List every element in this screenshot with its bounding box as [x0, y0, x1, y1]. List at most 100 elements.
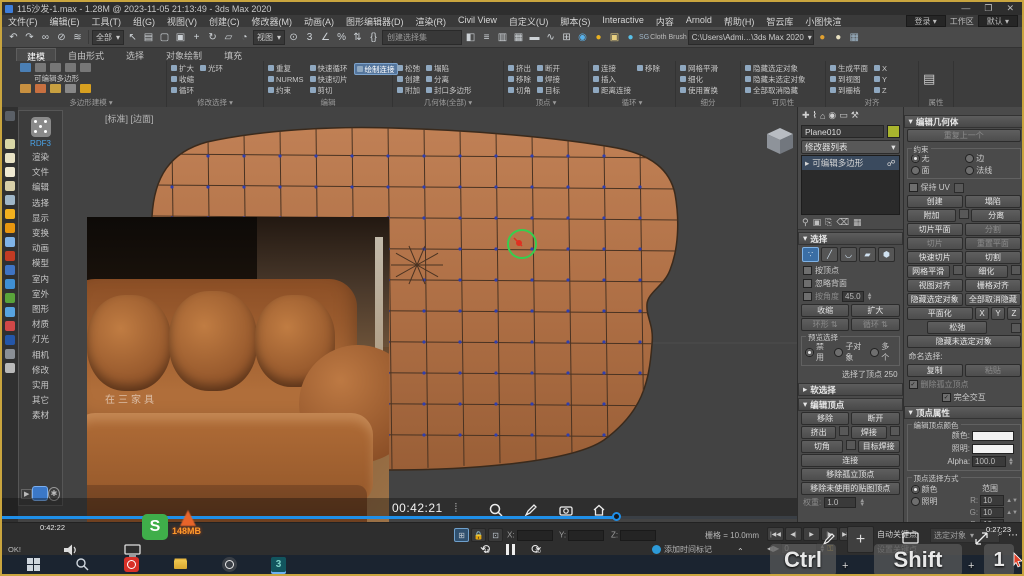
menu-item[interactable]: 小图快渲	[799, 15, 847, 28]
taskbar-capture-app-icon[interactable]	[222, 557, 237, 572]
display-tab-icon[interactable]: ▭	[839, 110, 848, 121]
layout-grid-icon[interactable]: ▦	[847, 30, 862, 45]
weight-spinner[interactable]: 1.0	[824, 497, 856, 508]
select-by-option[interactable]: 颜色	[911, 484, 962, 495]
ribbon-button[interactable]: 重复	[268, 63, 304, 73]
ribbon-button[interactable]: 移除	[637, 63, 660, 73]
ribbon-toggle-icon[interactable]: ▬	[527, 30, 542, 45]
cp-button-settings-icon[interactable]	[846, 440, 856, 450]
ribbon-tab-item[interactable]: 对象绘制	[156, 48, 212, 61]
ribbon-button[interactable]: 挤出	[508, 63, 531, 73]
cp-button-settings-icon[interactable]	[839, 426, 849, 436]
cp-button[interactable]: 焊接	[851, 426, 886, 439]
cp-button[interactable]: 快速切片	[907, 251, 963, 264]
object-color-swatch[interactable]	[887, 125, 900, 138]
plugin-panel-item[interactable]: 文件	[32, 165, 49, 180]
select-link-icon[interactable]: ∞	[38, 30, 53, 45]
menu-item[interactable]: Arnold	[680, 15, 718, 28]
palette-icon[interactable]	[5, 321, 15, 331]
ribbon-button[interactable]: NURMS	[268, 74, 304, 84]
snap-toggle-icon[interactable]: 3	[302, 30, 317, 45]
cp-button[interactable]: 视图对齐	[907, 279, 963, 292]
cp-button[interactable]: 挤出	[801, 426, 836, 439]
box-icon[interactable]	[5, 349, 15, 359]
cloud-icon[interactable]	[5, 125, 15, 135]
constraint-option[interactable]: 面	[911, 165, 964, 176]
percent-snap-icon[interactable]: %	[334, 30, 349, 45]
move-icon[interactable]: +	[189, 30, 204, 45]
cp-button[interactable]: 移除	[801, 412, 849, 425]
menu-item[interactable]: 智云库	[760, 15, 799, 28]
properties-button[interactable]: ▤	[923, 71, 935, 87]
teapot-render-icon[interactable]: ●	[815, 30, 830, 45]
cp-button[interactable]: 分离	[971, 209, 1021, 222]
ribbon-tab-active[interactable]: 建模	[16, 48, 56, 61]
rgb-range-field[interactable]: 10	[980, 507, 1004, 518]
schematic-view-icon[interactable]: ⊞	[559, 30, 574, 45]
cp-button[interactable]: 全部取消隐藏	[965, 293, 1021, 306]
plugin-panel-item[interactable]: 显示	[32, 211, 49, 226]
taskbar-music-app-icon[interactable]	[124, 557, 139, 572]
cp-button[interactable]: 分割	[965, 223, 1021, 236]
configure-icon[interactable]: ▦	[853, 217, 862, 228]
ribbon-button[interactable]: 约束	[268, 85, 304, 95]
teapot-iterative-icon[interactable]: ●	[831, 30, 846, 45]
vertex-subobject-icon[interactable]: ∵	[802, 247, 819, 262]
ribbon-group-label[interactable]: 顶点 ▾	[504, 97, 588, 107]
menu-item[interactable]: 文件(F)	[2, 15, 44, 28]
vertex-properties-rollout-header[interactable]: ▾顶点属性	[904, 406, 1024, 419]
ribbon-button[interactable]: 快速切片	[310, 74, 348, 84]
ribbon-tab-item[interactable]: 填充	[214, 48, 252, 61]
cp-button[interactable]: 栅格对齐	[965, 279, 1021, 292]
cup-icon[interactable]	[5, 181, 15, 191]
ribbon-button[interactable]: 附加	[397, 85, 420, 95]
angle-spinner[interactable]: 45.0	[842, 291, 864, 302]
remove-modifier-icon[interactable]: ⌫	[836, 217, 849, 228]
start-button[interactable]	[26, 557, 41, 572]
redo-icon[interactable]: ↷	[22, 30, 37, 45]
forward-30-button[interactable]: ⟳30	[531, 542, 541, 556]
plugin-panel-item[interactable]: 编辑	[32, 180, 49, 195]
ribbon-button[interactable]: 使用置换	[680, 85, 718, 95]
hide-unselected-button[interactable]: 隐藏未选定对象	[907, 335, 1021, 348]
named-sets-icon[interactable]: {}	[366, 30, 381, 45]
pin-stack-icon[interactable]: ⚲	[802, 217, 809, 228]
bind-spacewarp-icon[interactable]: ≋	[70, 30, 85, 45]
plugin-panel-item[interactable]: 室外	[32, 287, 49, 302]
collapse-chevron-icon[interactable]: ⌃	[737, 547, 744, 556]
ribbon-group-label[interactable]: 对齐	[826, 97, 918, 107]
ribbon-button[interactable]: 目标	[537, 85, 560, 95]
menu-item[interactable]: Civil View	[452, 15, 503, 28]
undo-icon[interactable]: ↶	[6, 30, 21, 45]
hierarchy-tab-icon[interactable]: ⌂	[820, 111, 825, 121]
monitor-icon[interactable]	[124, 544, 142, 557]
spinner-snap-icon[interactable]: ⇅	[350, 30, 365, 45]
object-name-field[interactable]: Plane010	[801, 125, 884, 138]
shrink-button[interactable]: 收缩	[801, 304, 849, 317]
pivot-icon[interactable]: ◔	[237, 30, 252, 45]
rendered-frame-icon[interactable]: ▣	[607, 30, 622, 45]
vertex-illum-swatch[interactable]	[972, 444, 1014, 454]
ribbon-button[interactable]: 距离连接	[593, 85, 631, 95]
ribbon-button[interactable]: 分离	[426, 74, 472, 84]
mountain-icon[interactable]	[5, 195, 15, 205]
soft-selection-rollout-header[interactable]: ▸软选择	[798, 383, 903, 396]
select-by-option[interactable]: 照明	[911, 496, 962, 507]
close-button[interactable]: ✕	[1006, 3, 1014, 14]
cp-button-settings-icon[interactable]	[1011, 265, 1021, 275]
plugin-panel-item[interactable]: 实用	[32, 378, 49, 393]
cp-button[interactable]: 切角	[801, 440, 843, 453]
dice-icon[interactable]	[31, 117, 51, 137]
bread-icon[interactable]	[5, 153, 15, 163]
drop-icon[interactable]	[5, 307, 15, 317]
ribbon-button[interactable]: 移除	[508, 74, 531, 84]
ribbon-button[interactable]: 隐藏未选定对象	[745, 74, 806, 84]
menu-item[interactable]: 创建(C)	[203, 15, 246, 28]
ribbon-button[interactable]: X	[874, 63, 887, 73]
menu-item[interactable]: 帮助(H)	[718, 15, 761, 28]
ribbon-group-label[interactable]: 细分	[676, 97, 740, 107]
player-progress-handle[interactable]	[612, 512, 621, 521]
ribbon-button[interactable]: 剪切	[310, 85, 348, 95]
speaker-icon[interactable]	[62, 543, 80, 557]
ribbon-button[interactable]: 塌陷	[426, 63, 472, 73]
